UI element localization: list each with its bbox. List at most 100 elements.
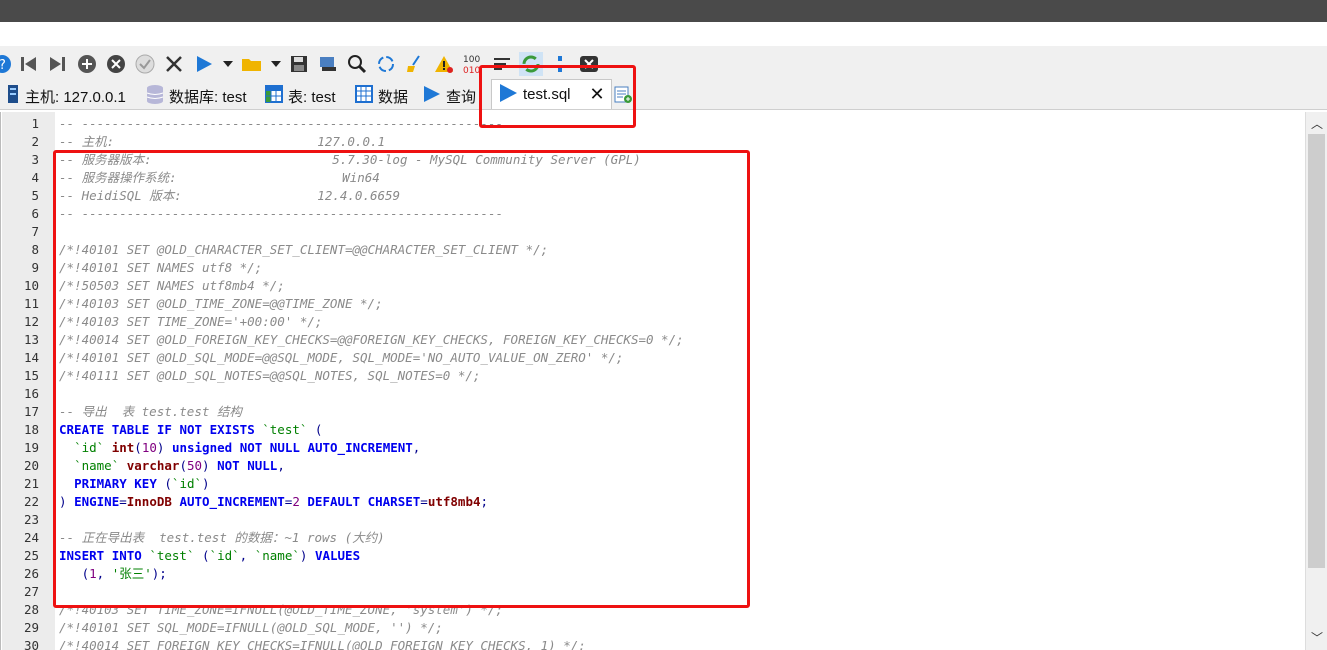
post-icon[interactable] <box>133 52 157 76</box>
code-line[interactable]: 19 `id` int(10) unsigned NOT NULL AUTO_I… <box>1 439 1305 457</box>
wrap-icon[interactable] <box>490 52 514 76</box>
code-text: `name` varchar(50) NOT NULL, <box>74 458 285 473</box>
line-number: 12 <box>23 314 39 329</box>
line-number: 13 <box>23 332 39 347</box>
code-text: CREATE TABLE IF NOT EXISTS `test` ( <box>59 422 323 437</box>
help-icon[interactable]: ? <box>0 52 14 76</box>
tab-test-sql[interactable]: test.sql ✕ <box>491 79 612 109</box>
code-line[interactable]: 21 PRIMARY KEY (`id`) <box>1 475 1305 493</box>
last-record-icon[interactable] <box>45 52 69 76</box>
warning-icon[interactable] <box>432 52 456 76</box>
code-text: -- -------------------------------------… <box>59 116 504 131</box>
code-line[interactable]: 22) ENGINE=InnoDB AUTO_INCREMENT=2 DEFAU… <box>1 493 1305 511</box>
line-number: 6 <box>31 206 39 221</box>
code-line[interactable]: 10 /*!50503 SET NAMES utf8mb4 */; <box>1 277 1305 295</box>
code-text: INSERT INTO `test` (`id`, `name`) VALUES <box>59 548 361 563</box>
code-line[interactable]: 3 -- 服务器版本: 5.7.30-log - MySQL Community … <box>1 151 1305 169</box>
svg-text:010: 010 <box>463 66 480 75</box>
first-record-icon[interactable] <box>17 52 41 76</box>
code-text: -- 主机: 127.0.0.1 <box>59 134 386 149</box>
code-text: /*!40111 SET @OLD_SQL_NOTES=@@SQL_NOTES,… <box>59 368 481 383</box>
code-line[interactable]: 24 -- 正在导出表 test.test 的数据：~1 rows (大约) <box>1 529 1305 547</box>
code-line[interactable]: 20 `name` varchar(50) NOT NULL, <box>1 457 1305 475</box>
query-play-icon <box>423 85 441 107</box>
tab-host[interactable]: 主机: 127.0.0.1 <box>6 82 126 110</box>
code-line[interactable]: 1 -- ------------------------------------… <box>1 115 1305 133</box>
line-number: 7 <box>31 224 39 239</box>
code-line[interactable]: 11 /*!40103 SET @OLD_TIME_ZONE=@@TIME_ZON… <box>1 295 1305 313</box>
code-text: -- HeidiSQL 版本: 12.4.0.6659 <box>59 188 401 203</box>
code-line[interactable]: 12 /*!40103 SET TIME_ZONE='+00:00' */; <box>1 313 1305 331</box>
svg-text:100: 100 <box>463 55 480 65</box>
code-text: `id` int(10) unsigned NOT NULL AUTO_INCR… <box>74 440 421 455</box>
line-number: 17 <box>23 404 39 419</box>
tab-table[interactable]: 表: test <box>265 82 336 110</box>
code-line[interactable]: 28 /*!40103 SET TIME_ZONE=IFNULL(@OLD_TIM… <box>1 601 1305 619</box>
scroll-down-icon[interactable]: ﹀ <box>1311 632 1323 644</box>
binary-icon[interactable]: 100 010 <box>461 52 485 76</box>
close-tab-icon[interactable]: ✕ <box>590 84 605 105</box>
save-snippet-icon[interactable] <box>316 52 340 76</box>
code-line[interactable]: 30 /*!40014 SET FOREIGN_KEY_CHECKS=IFNULL… <box>1 637 1305 650</box>
code-line[interactable]: 15 /*!40111 SET @OLD_SQL_NOTES=@@SQL_NOTE… <box>1 367 1305 385</box>
code-line[interactable]: 23 <box>1 511 1305 529</box>
new-query-tab-button[interactable] <box>613 82 633 110</box>
tab-database[interactable]: 数据库: test <box>146 82 247 110</box>
find-icon[interactable] <box>345 52 369 76</box>
main-toolbar: ? 100010 <box>0 46 1327 82</box>
cancel-icon[interactable] <box>162 52 186 76</box>
open-folder-icon[interactable] <box>240 52 264 76</box>
tab-query[interactable]: 查询 <box>423 82 476 110</box>
code-line[interactable]: 13 /*!40014 SET @OLD_FOREIGN_KEY_CHECKS=@… <box>1 331 1305 349</box>
code-line[interactable]: 2 -- 主机: 127.0.0.1 <box>1 133 1305 151</box>
code-text: -- 服务器操作系统: Win64 <box>59 170 380 185</box>
save-icon[interactable] <box>287 52 311 76</box>
tab-data[interactable]: 数据 <box>355 82 408 110</box>
run-icon[interactable] <box>192 52 216 76</box>
code-text: /*!40101 SET NAMES utf8 */; <box>59 260 263 275</box>
code-line[interactable]: 18 CREATE TABLE IF NOT EXISTS `test` ( <box>1 421 1305 439</box>
code-text: /*!40101 SET @OLD_CHARACTER_SET_CLIENT=@… <box>59 242 549 257</box>
line-number: 15 <box>23 368 39 383</box>
sort-icon[interactable] <box>548 52 572 76</box>
code-line[interactable]: 9 /*!40101 SET NAMES utf8 */; <box>1 259 1305 277</box>
code-line[interactable]: 17 -- 导出 表 test.test 结构 <box>1 403 1305 421</box>
code-text: -- 服务器版本: 5.7.30-log - MySQL Community S… <box>59 152 641 167</box>
code-line[interactable]: 14 /*!40101 SET @OLD_SQL_MODE=@@SQL_MODE,… <box>1 349 1305 367</box>
clear-icon[interactable] <box>403 52 427 76</box>
scroll-up-icon[interactable]: ︿ <box>1311 118 1323 130</box>
code-line[interactable]: 6 -- ------------------------------------… <box>1 205 1305 223</box>
code-line[interactable]: 29 /*!40101 SET SQL_MODE=IFNULL(@OLD_SQL_… <box>1 619 1305 637</box>
line-number: 2 <box>31 134 39 149</box>
code-line[interactable]: 25 INSERT INTO `test` (`id`, `name`) VALU… <box>1 547 1305 565</box>
code-line[interactable]: 5 -- HeidiSQL 版本: 12.4.0.6659 <box>1 187 1305 205</box>
query-play-icon <box>498 83 518 107</box>
stop-icon[interactable] <box>577 52 601 76</box>
line-number: 9 <box>31 260 39 275</box>
line-number: 1 <box>31 116 39 131</box>
refresh-icon[interactable] <box>519 52 543 76</box>
data-grid-icon <box>355 85 373 107</box>
run-dropdown-icon[interactable] <box>216 52 240 76</box>
sql-editor[interactable]: 1 -- ------------------------------------… <box>0 112 1305 650</box>
scrollbar-thumb[interactable] <box>1308 134 1325 568</box>
line-number: 30 <box>23 638 39 650</box>
code-line[interactable]: 26 (1, '张三'); <box>1 565 1305 583</box>
code-text: /*!40103 SET @OLD_TIME_ZONE=@@TIME_ZONE … <box>59 296 383 311</box>
add-icon[interactable] <box>75 52 99 76</box>
code-text: /*!40101 SET SQL_MODE=IFNULL(@OLD_SQL_MO… <box>59 620 443 635</box>
vertical-scrollbar[interactable]: ︿ ﹀ <box>1305 112 1327 650</box>
open-dropdown-icon[interactable] <box>264 52 288 76</box>
code-line[interactable]: 16 <box>1 385 1305 403</box>
code-text: (1, '张三'); <box>59 566 167 581</box>
line-number: 24 <box>23 530 39 545</box>
code-line[interactable]: 8 /*!40101 SET @OLD_CHARACTER_SET_CLIENT=… <box>1 241 1305 259</box>
tab-label: 主机: 127.0.0.1 <box>25 88 126 106</box>
code-line[interactable]: 4 -- 服务器操作系统: Win64 <box>1 169 1305 187</box>
code-line[interactable]: 27 <box>1 583 1305 601</box>
replace-icon[interactable] <box>374 52 398 76</box>
delete-icon[interactable] <box>104 52 128 76</box>
code-text: -- 导出 表 test.test 结构 <box>59 404 242 419</box>
code-line[interactable]: 7 <box>1 223 1305 241</box>
line-number: 10 <box>23 278 39 293</box>
